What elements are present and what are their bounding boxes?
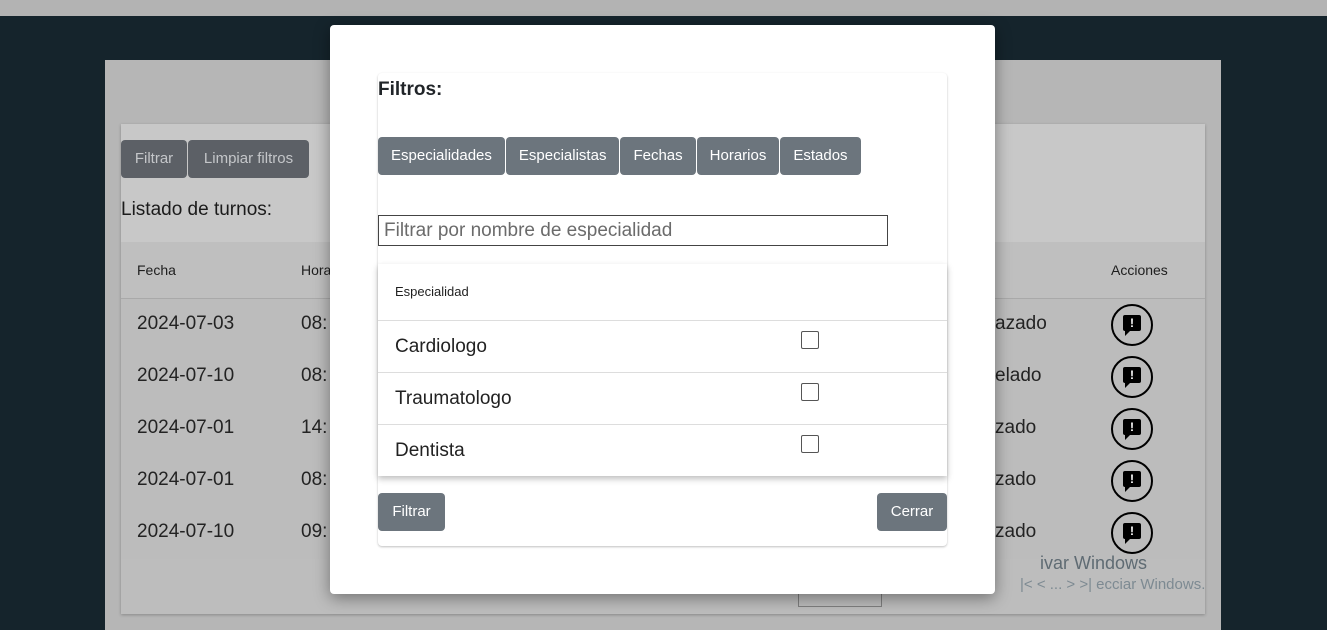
cell-status: zado <box>995 469 1037 490</box>
browser-top-strip <box>0 0 1327 16</box>
report-action-button[interactable]: ! <box>1111 512 1153 554</box>
turnos-list-title: Listado de turnos: <box>121 199 273 220</box>
cell-date: 2024-07-01 <box>137 469 235 490</box>
cell-time: 14: <box>301 417 328 438</box>
header-time: Hora <box>301 262 332 278</box>
specialty-table-header: Especialidad <box>378 264 947 321</box>
cell-date: 2024-07-10 <box>137 365 235 386</box>
tab-estados[interactable]: Estados <box>780 137 861 175</box>
report-action-button[interactable]: ! <box>1111 356 1153 398</box>
cell-time: 08: <box>301 313 328 334</box>
activation-watermark: ivar Windows <box>1040 553 1148 573</box>
cell-date: 2024-07-10 <box>137 521 235 542</box>
cell-time: 09: <box>301 521 328 542</box>
filters-modal: Filtros: Especialidades Especialistas Fe… <box>330 25 995 594</box>
filter-tabs: Especialidades Especialistas Fechas Hora… <box>378 137 862 175</box>
report-comment-icon: ! <box>1123 471 1141 492</box>
cell-date: 2024-07-01 <box>137 417 235 438</box>
report-comment-icon: ! <box>1123 419 1141 440</box>
filters-title: Filtros: <box>378 79 443 100</box>
specialty-checkbox[interactable] <box>801 383 819 401</box>
report-action-button[interactable]: ! <box>1111 460 1153 502</box>
specialty-checkbox[interactable] <box>801 435 819 453</box>
specialty-row: Cardiologo <box>378 321 947 373</box>
specialty-row: Traumatologo <box>378 373 947 425</box>
header-date: Fecha <box>137 262 176 278</box>
specialty-search-input[interactable] <box>378 215 888 246</box>
filter-button[interactable]: Filtrar <box>378 493 445 531</box>
specialty-name: Cardiologo <box>395 336 487 357</box>
report-comment-icon: ! <box>1123 315 1141 336</box>
tab-horarios[interactable]: Horarios <box>696 137 780 175</box>
cell-status: zado <box>995 417 1037 438</box>
tab-especialistas[interactable]: Especialistas <box>505 137 620 175</box>
cell-status: zado <box>995 521 1037 542</box>
header-actions: Acciones <box>1111 262 1168 278</box>
cell-date: 2024-07-03 <box>137 313 235 334</box>
report-comment-icon: ! <box>1123 523 1141 544</box>
cell-status: elado <box>995 365 1042 386</box>
report-comment-icon: ! <box>1123 367 1141 388</box>
bg-filter-button[interactable]: Filtrar <box>121 140 187 178</box>
close-button[interactable]: Cerrar <box>877 493 947 531</box>
tab-especialidades[interactable]: Especialidades <box>378 137 505 175</box>
specialty-table: Especialidad Cardiologo Traumatologo Den… <box>378 264 947 476</box>
report-action-button[interactable]: ! <box>1111 408 1153 450</box>
cell-time: 08: <box>301 365 328 386</box>
filters-panel: Filtros: Especialidades Especialistas Fe… <box>378 73 947 546</box>
cell-status: azado <box>995 313 1047 334</box>
specialty-name: Dentista <box>395 440 465 461</box>
report-action-button[interactable]: ! <box>1111 304 1153 346</box>
bg-clear-filters-button[interactable]: Limpiar filtros <box>188 140 309 178</box>
tab-fechas[interactable]: Fechas <box>620 137 696 175</box>
specialty-name: Traumatologo <box>395 388 512 409</box>
header-specialty: Especialidad <box>395 284 469 299</box>
specialty-checkbox[interactable] <box>801 331 819 349</box>
cell-time: 08: <box>301 469 328 490</box>
specialty-row: Dentista <box>378 425 947 476</box>
paginator-watermark: |< < ... > >| ecciar Windows. <box>1020 576 1206 593</box>
